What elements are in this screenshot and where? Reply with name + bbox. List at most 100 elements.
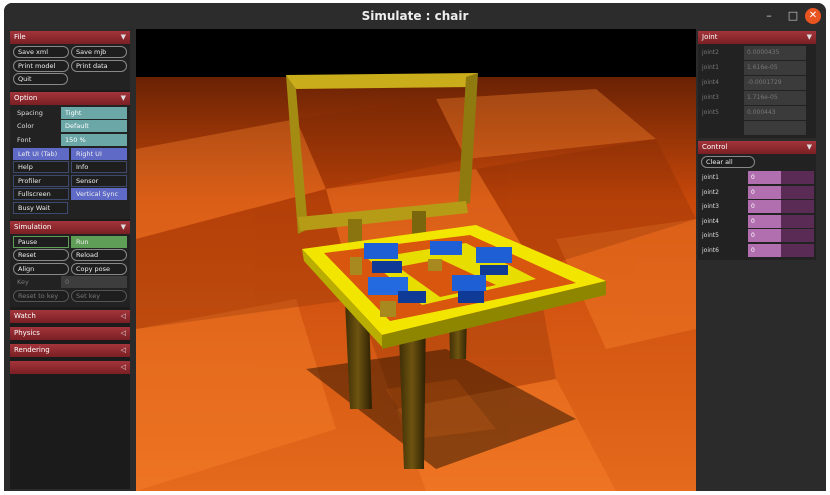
align-button[interactable]: Align <box>13 262 69 275</box>
control-label: joint3 <box>702 203 719 210</box>
collapse-triangle-icon: ▼ <box>120 33 126 41</box>
control-row: joint5 0 <box>698 229 816 242</box>
physics-section-header[interactable]: Physics ◁ <box>10 326 130 340</box>
right-ui-toggle[interactable]: Right UI <box>71 147 127 160</box>
simulation-section-header[interactable]: Simulation ▼ <box>10 220 130 234</box>
simulation-viewport[interactable] <box>136 29 696 491</box>
copy-pose-button[interactable]: Copy pose <box>71 262 127 275</box>
minimize-button[interactable]: – <box>761 8 777 24</box>
control-slider[interactable]: 0 <box>748 229 814 242</box>
simulation-header-label: Simulation <box>14 222 52 231</box>
reload-button[interactable]: Reload <box>71 249 127 262</box>
pause-radio[interactable]: Pause <box>13 235 69 248</box>
control-section-header[interactable]: Control ▼ <box>698 141 816 154</box>
control-slider[interactable]: 0 <box>748 214 814 228</box>
control-label: joint5 <box>702 232 719 239</box>
joint-label: joint1 <box>702 64 719 71</box>
save-mjb-button[interactable]: Save mjb <box>71 46 127 58</box>
option-section-header[interactable]: Option ▼ <box>10 91 130 105</box>
reset-button[interactable]: Reset <box>13 249 69 262</box>
info-toggle[interactable]: Info <box>71 161 127 174</box>
collapse-triangle-icon: ▼ <box>806 143 812 151</box>
collapse-triangle-icon: ▼ <box>120 222 126 231</box>
busy-wait-toggle[interactable]: Busy Wait <box>13 201 68 214</box>
color-select[interactable]: Default <box>61 120 127 133</box>
expand-triangle-icon: ◁ <box>120 362 126 371</box>
control-slider[interactable]: 0 <box>748 200 814 213</box>
joint-value: -0.0001729 <box>744 76 806 90</box>
title-bar: Simulate : chair – □ ✕ <box>4 3 826 29</box>
control-slider[interactable]: 0 <box>748 185 814 199</box>
scene-render <box>136 29 696 491</box>
collapse-triangle-icon: ▼ <box>806 33 812 41</box>
watch-section-header[interactable]: Watch ◁ <box>10 309 130 323</box>
joint-label: joint5 <box>702 109 719 116</box>
expand-triangle-icon: ◁ <box>120 345 126 354</box>
fullscreen-toggle[interactable]: Fullscreen <box>13 188 69 201</box>
simulation-section: Pause Run Reset Reload Align Copy pose K… <box>10 233 130 307</box>
close-button[interactable]: ✕ <box>805 8 821 24</box>
quit-button[interactable]: Quit <box>13 73 68 86</box>
extra-section-header[interactable]: ◁ <box>10 360 130 374</box>
joint-row: joint3 1.716e-05 <box>698 91 816 105</box>
right-ui-panel: Joint ▼ joint2 0.0000435 joint1 1.616e-05 j… <box>698 31 816 260</box>
joint-header-label: Joint <box>702 33 718 41</box>
print-model-button[interactable]: Print model <box>13 59 69 72</box>
control-section: Clear all joint1 0 joint2 0 joint3 0 joint4… <box>698 154 816 260</box>
joint-value <box>744 121 806 135</box>
option-header-label: Option <box>14 93 38 102</box>
watch-header-label: Watch <box>14 311 36 320</box>
joint-label: joint2 <box>702 49 719 56</box>
spacing-select[interactable]: Tight <box>61 106 127 119</box>
control-slider[interactable]: 0 <box>748 243 814 257</box>
joint-label <box>698 121 744 135</box>
font-label: Font <box>17 135 32 144</box>
expand-triangle-icon: ◁ <box>120 328 126 337</box>
left-ui-panel: File ▼ Save xml Save mjb Print model Prin… <box>10 31 130 489</box>
joint-value: 1.616e-05 <box>744 61 806 75</box>
joint-row: joint2 0.0000435 <box>698 46 816 60</box>
control-value: 0 <box>748 185 781 199</box>
file-section-header[interactable]: File ▼ <box>10 31 130 44</box>
control-label: joint2 <box>702 188 719 196</box>
vertical-sync-toggle[interactable]: Vertical Sync <box>71 188 127 201</box>
control-row: joint2 0 <box>698 185 816 199</box>
help-toggle[interactable]: Help <box>13 161 69 174</box>
joint-value: 0.000443 <box>744 106 806 120</box>
reset-to-key-button[interactable]: Reset to key <box>13 289 69 302</box>
print-data-button[interactable]: Print data <box>71 59 127 72</box>
key-label: Key <box>17 278 29 287</box>
control-value: 0 <box>748 171 781 184</box>
control-value: 0 <box>748 229 781 242</box>
control-label: joint6 <box>702 246 719 254</box>
set-key-button[interactable]: Set key <box>71 289 127 302</box>
run-radio[interactable]: Run <box>71 235 127 248</box>
control-value: 0 <box>748 200 781 213</box>
joint-row <box>698 121 816 135</box>
profiler-toggle[interactable]: Profiler <box>13 174 69 187</box>
app-window: Simulate : chair – □ ✕ File ▼ Save xml Sa… <box>4 3 826 491</box>
window-title: Simulate : chair <box>361 9 469 23</box>
save-xml-button[interactable]: Save xml <box>13 46 69 58</box>
joint-row: joint4 -0.0001729 <box>698 76 816 90</box>
joint-row: joint1 1.616e-05 <box>698 61 816 75</box>
control-row: joint1 0 <box>698 171 816 184</box>
joint-section-header[interactable]: Joint ▼ <box>698 31 816 44</box>
file-header-label: File <box>14 33 26 41</box>
rendering-header-label: Rendering <box>14 345 50 354</box>
sensor-toggle[interactable]: Sensor <box>71 174 127 187</box>
key-slider[interactable]: 0 <box>61 276 127 289</box>
control-value: 0 <box>748 214 781 228</box>
clear-all-button[interactable]: Clear all <box>701 156 755 168</box>
physics-header-label: Physics <box>14 328 40 337</box>
collapse-triangle-icon: ▼ <box>120 93 126 102</box>
control-label: joint4 <box>702 217 719 225</box>
left-ui-toggle[interactable]: Left UI (Tab) <box>13 147 69 160</box>
control-slider[interactable]: 0 <box>748 171 814 184</box>
joint-value: 0.0000435 <box>744 46 806 60</box>
font-select[interactable]: 150 % <box>61 133 127 146</box>
option-section: Spacing Tight Color Default Font 150 % Left… <box>10 104 130 219</box>
control-row: joint4 0 <box>698 214 816 228</box>
maximize-button[interactable]: □ <box>785 8 801 24</box>
rendering-section-header[interactable]: Rendering ◁ <box>10 343 130 357</box>
